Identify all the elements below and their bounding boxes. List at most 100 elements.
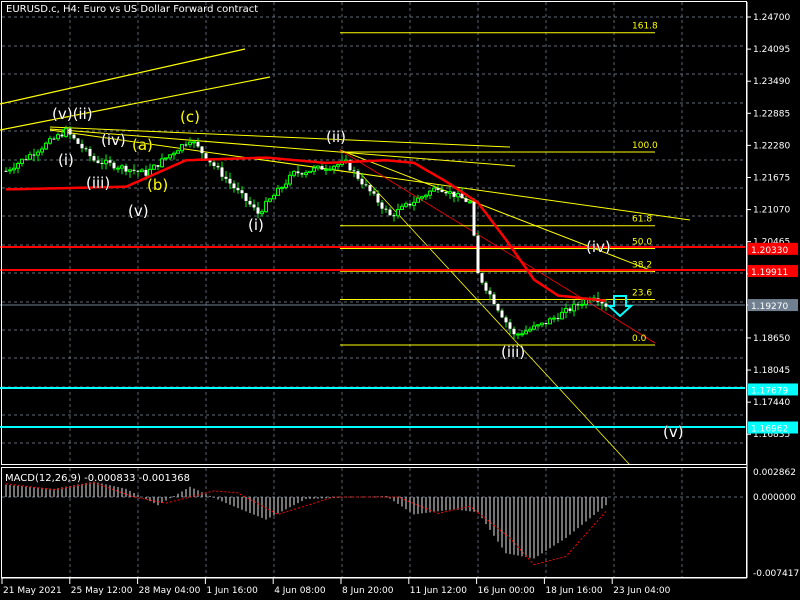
candle-body <box>544 323 548 325</box>
candle-body <box>364 184 368 186</box>
candle-body <box>52 138 56 140</box>
trendlines <box>0 48 691 466</box>
time-tick-label: 28 May 04:00 <box>139 586 201 596</box>
price-tick-label: 1.24700 <box>753 13 790 23</box>
candle-body <box>540 322 544 326</box>
candle-body <box>408 203 412 206</box>
candle-body <box>568 308 572 311</box>
candle-body <box>432 187 436 192</box>
candle-body <box>516 333 520 336</box>
candle-body <box>312 167 316 172</box>
trendline <box>0 76 271 131</box>
candle-body <box>160 158 164 168</box>
candle-body <box>456 193 460 198</box>
candle-body <box>104 159 108 165</box>
candle-body <box>220 167 224 177</box>
fib-level-label: 100.0 <box>632 141 658 151</box>
candle-body <box>184 144 188 146</box>
wave-label: (iv) <box>586 238 611 256</box>
candle-body <box>376 193 380 203</box>
candle-body <box>24 159 28 161</box>
candle-body <box>520 333 524 336</box>
wave-label: (v) <box>663 423 684 441</box>
candle-body <box>380 202 384 209</box>
candle-body <box>464 198 468 202</box>
candle-body <box>96 160 100 163</box>
wave-label: (v) <box>128 202 149 220</box>
candle-body <box>416 197 420 203</box>
candle-body <box>324 168 328 171</box>
candle-body <box>252 204 256 208</box>
candle-body <box>404 203 408 207</box>
candle-body <box>472 201 476 236</box>
candle-body <box>216 165 220 168</box>
candle-body <box>200 146 204 154</box>
candle-body <box>92 156 96 161</box>
candle-body <box>4 170 8 172</box>
candle-body <box>496 304 500 311</box>
fib-level-label: 0.0 <box>632 334 647 344</box>
fibonacci-retracement[interactable]: 161.8100.061.850.038.223.60.0 <box>340 22 658 346</box>
candle-body <box>356 171 360 179</box>
candle-body <box>308 170 312 174</box>
candle-body <box>292 170 296 176</box>
candle-body <box>260 211 264 215</box>
chart-title: EURUSD.c, H4: Euro vs US Dollar Forward … <box>6 4 258 15</box>
candle-body <box>108 160 112 163</box>
candle-body <box>76 138 80 144</box>
wave-label: (ii) <box>326 128 346 146</box>
fib-level-label: 23.6 <box>632 288 652 298</box>
candle-body <box>100 162 104 164</box>
candle-body <box>132 169 136 171</box>
candle-body <box>196 141 200 147</box>
time-tick-label: 18 Jun 16:00 <box>545 586 602 596</box>
candle-body <box>552 317 556 320</box>
wave-label: (v)(ii) <box>52 105 93 123</box>
candle-body <box>400 205 404 210</box>
candle-body <box>580 303 584 306</box>
candle-body <box>136 170 140 172</box>
macd-tick-label: -0.007417 <box>753 569 799 579</box>
candle-body <box>60 134 64 137</box>
price-axis[interactable]: 1.24700 1.24095 1.23490 1.22885 1.22280 1.216… <box>746 2 799 579</box>
fib-level-label: 161.8 <box>632 22 658 32</box>
price-tick-label: 1.21070 <box>753 206 790 216</box>
candle-body <box>392 215 396 217</box>
candle-body <box>504 317 508 323</box>
candle-body <box>528 328 532 332</box>
candle-body <box>532 325 536 330</box>
time-tick-label: 4 Jun 08:00 <box>274 586 326 596</box>
time-tick-label: 1 Jun 16:00 <box>206 586 258 596</box>
time-tick-label: 21 May 2021 <box>3 586 62 596</box>
time-tick-label: 16 Jun 00:00 <box>478 586 535 596</box>
wave-label: (c) <box>180 108 200 126</box>
cyan-level-label: 1.17679 <box>751 386 788 396</box>
candle-body <box>480 273 484 283</box>
price-chart[interactable]: 161.8100.061.850.038.223.60.0 (v)(ii) (i… <box>0 0 800 600</box>
wave-label: (iv) <box>101 131 126 149</box>
candle-body <box>444 191 448 194</box>
candle-body <box>40 148 44 153</box>
candle-body <box>440 189 444 192</box>
price-tick-label: 1.18650 <box>753 334 790 344</box>
candle-body <box>500 310 504 318</box>
candle-body <box>276 187 280 196</box>
candle-body <box>156 165 160 167</box>
candle-body <box>436 188 440 190</box>
wave-label: (b) <box>147 176 168 194</box>
candle-body <box>576 304 580 306</box>
candle-body <box>512 328 516 335</box>
price-tick-label: 1.18045 <box>753 366 790 376</box>
candle-body <box>44 142 48 150</box>
candle-body <box>320 166 324 170</box>
candle-body <box>424 194 428 198</box>
candle-body <box>584 298 588 305</box>
time-axis[interactable]: 21 May 2021 25 May 12:00 28 May 04:00 1 Jun… <box>1 578 671 596</box>
candle-body <box>256 207 260 214</box>
candle-body <box>428 190 432 196</box>
candle-body <box>368 185 372 192</box>
candle-body <box>384 208 388 210</box>
candle-body <box>84 148 88 150</box>
candle-body <box>180 143 184 152</box>
candle-body <box>124 165 128 172</box>
